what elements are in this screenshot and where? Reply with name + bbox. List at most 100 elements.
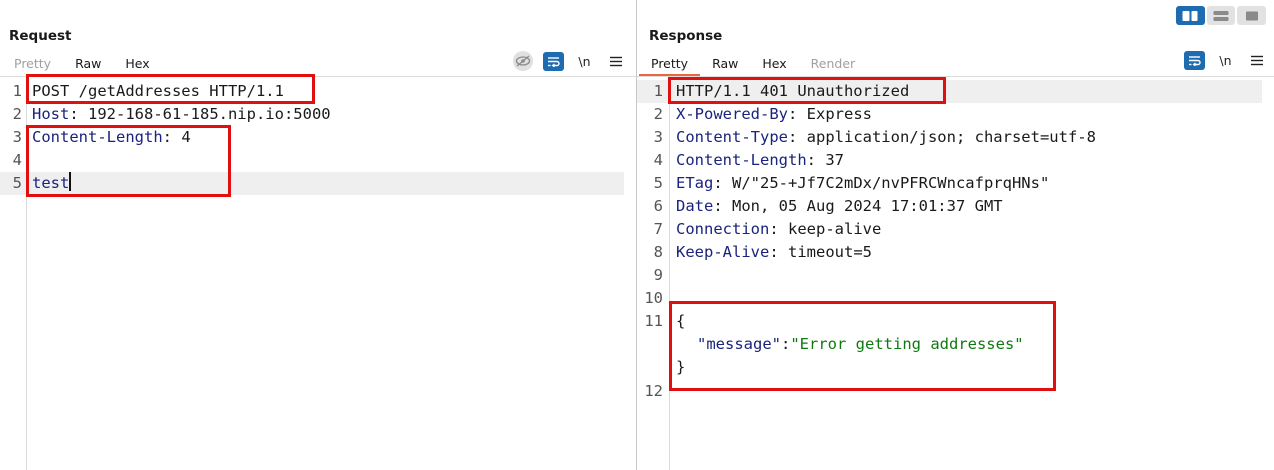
word-wrap-button[interactable] (1184, 51, 1205, 70)
line-number: 1 (653, 82, 663, 100)
header-value: Express (806, 105, 872, 123)
text-cursor (69, 172, 71, 191)
request-body: test (32, 174, 70, 192)
wrap-icon (548, 56, 560, 67)
response-json-open-line: 11 { (637, 310, 1262, 333)
response-editor[interactable]: 1 HTTP/1.1 401 Unauthorized 2 X-Powered-… (637, 80, 1274, 470)
response-title: Response (649, 28, 723, 44)
wrap-icon (1189, 56, 1201, 66)
show-newlines-button[interactable]: \n (1215, 51, 1236, 70)
header-sep: : (769, 220, 788, 238)
code-text: Content-Type: application/json; charset=… (676, 126, 1096, 149)
line-number: 9 (653, 266, 663, 284)
json-value: "Error getting addresses" (790, 335, 1024, 353)
header-name: Content-Length (676, 151, 807, 169)
menu-button[interactable] (1246, 51, 1267, 70)
response-line: 2 X-Powered-By: Express (637, 103, 1262, 126)
line-number: 4 (12, 151, 22, 169)
header-value: timeout=5 (788, 243, 872, 261)
status-line: HTTP/1.1 401 Unauthorized (676, 82, 910, 100)
response-line: 1 HTTP/1.1 401 Unauthorized (637, 80, 1262, 103)
header-sep: : (806, 151, 826, 169)
request-tab-hex[interactable]: Hex (113, 54, 161, 76)
menu-button[interactable] (605, 52, 626, 71)
response-line: 10 (637, 287, 1262, 310)
response-line: 8 Keep-Alive: timeout=5 (637, 241, 1262, 264)
header-sep: : (787, 128, 807, 146)
request-tab-raw[interactable]: Raw (63, 54, 113, 76)
header-name: Content-Length (32, 128, 163, 146)
header-value: 4 (181, 128, 191, 146)
request-pane: Request Pretty Raw Hex \n 1 POST /getAdd… (0, 0, 636, 470)
line-number: 12 (644, 382, 663, 400)
header-value: 192-168-61-185.nip.io:5000 (88, 105, 331, 123)
response-tab-render[interactable]: Render (799, 54, 868, 76)
line-number: 3 (653, 128, 663, 146)
header-name: Host (32, 105, 70, 123)
request-line: 2 Host: 192-168-61-185.nip.io:5000 (0, 103, 624, 126)
code-text: Keep-Alive: timeout=5 (676, 241, 872, 264)
response-tab-raw[interactable]: Raw (700, 54, 750, 76)
code-text: HTTP/1.1 401 Unauthorized (676, 80, 909, 103)
header-sep: : (787, 105, 807, 123)
response-pane: Response Pretty Raw Hex Render \n 1 HTTP… (637, 0, 1274, 470)
response-line: 12 (637, 380, 1262, 403)
code-text: test (32, 172, 71, 195)
code-text: Connection: keep-alive (676, 218, 881, 241)
header-value: 37 (825, 151, 844, 169)
header-name: ETag (676, 174, 714, 192)
header-value: application/json; charset=utf-8 (806, 128, 1096, 146)
line-number: 2 (12, 105, 22, 123)
line-number: 3 (12, 128, 22, 146)
line-number: 6 (653, 197, 663, 215)
response-line: 7 Connection: keep-alive (637, 218, 1262, 241)
line-number: 1 (12, 82, 22, 100)
eye-off-icon (515, 55, 531, 67)
hide-nonprintable-button[interactable] (513, 51, 533, 71)
header-value: keep-alive (788, 220, 882, 238)
show-newlines-button[interactable]: \n (574, 52, 595, 71)
json-open-brace: { (676, 312, 686, 330)
word-wrap-button[interactable] (543, 51, 564, 71)
response-line: 9 (637, 264, 1262, 287)
header-sep: : (769, 243, 788, 261)
hamburger-menu-icon (1250, 55, 1263, 66)
json-key: "message" (697, 335, 781, 353)
response-json-body-line: "message":"Error getting addresses" (637, 333, 1262, 356)
request-tab-pretty[interactable]: Pretty (2, 54, 63, 76)
hamburger-menu-icon (609, 56, 622, 66)
line-number: 11 (644, 312, 663, 330)
header-name: Date (676, 197, 714, 215)
request-line-current: 5 test (0, 172, 624, 195)
code-text: "message":"Error getting addresses" (697, 333, 1024, 356)
header-name: Content-Type (676, 128, 788, 146)
response-tab-hex[interactable]: Hex (750, 54, 798, 76)
header-sep: : (162, 128, 182, 146)
request-line: 1 POST /getAddresses HTTP/1.1 (0, 80, 624, 103)
header-sep: : (713, 197, 732, 215)
header-value: Mon, 05 Aug 2024 17:01:37 GMT (732, 197, 1003, 215)
response-tab-pretty[interactable]: Pretty (639, 54, 701, 76)
tab-divider (0, 76, 636, 77)
line-number: 5 (653, 174, 663, 192)
code-text: Date: Mon, 05 Aug 2024 17:01:37 GMT (676, 195, 1003, 218)
response-line: 3 Content-Type: application/json; charse… (637, 126, 1262, 149)
request-title: Request (9, 28, 72, 44)
code-text: Content-Length: 4 (32, 126, 191, 149)
response-tools: \n (1184, 51, 1274, 70)
header-name: X-Powered-By (676, 105, 788, 123)
line-number: 4 (653, 151, 663, 169)
line-number: 2 (653, 105, 663, 123)
line-number: 8 (653, 243, 663, 261)
code-text: Content-Length: 37 (676, 149, 844, 172)
response-json-close-line: } (637, 356, 1262, 379)
code-text: ETag: W/"25-+Jf7C2mDx/nvPFRCWncafprqHNs" (676, 172, 1049, 195)
response-line: 6 Date: Mon, 05 Aug 2024 17:01:37 GMT (637, 195, 1262, 218)
request-editor[interactable]: 1 POST /getAddresses HTTP/1.1 2 Host: 19… (0, 80, 636, 470)
request-line-text: POST /getAddresses HTTP/1.1 (32, 82, 284, 100)
code-text: X-Powered-By: Express (676, 103, 872, 126)
header-sep: : (69, 105, 88, 123)
line-number: 7 (653, 220, 663, 238)
response-line: 4 Content-Length: 37 (637, 149, 1262, 172)
code-text: Host: 192-168-61-185.nip.io:5000 (32, 103, 331, 126)
